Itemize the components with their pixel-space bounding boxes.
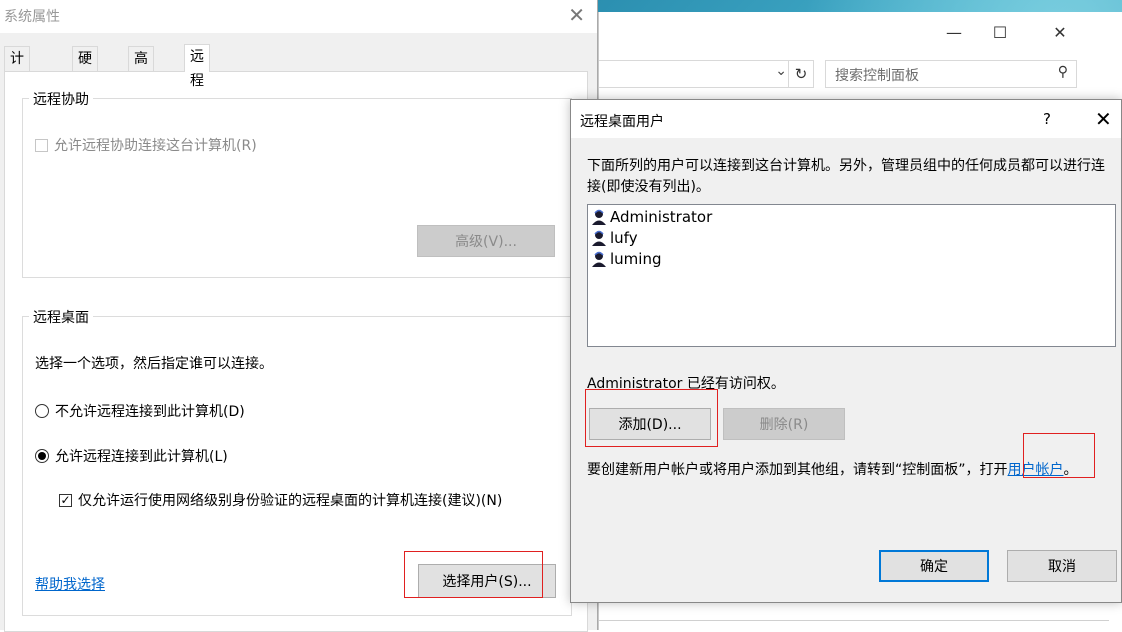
user-icon xyxy=(590,229,608,247)
maximize-icon[interactable]: ☐ xyxy=(977,16,1023,48)
list-item[interactable]: luming xyxy=(590,249,661,269)
checkbox-box[interactable] xyxy=(35,138,48,152)
add-user-button[interactable]: 添加(D)... xyxy=(589,408,711,440)
dialog-titlebar: 远程桌面用户 ? ✕ xyxy=(571,100,1121,138)
dialog-title: 远程桌面用户 xyxy=(580,114,664,130)
user-list[interactable]: Administrator lufy luming xyxy=(587,204,1116,347)
chevron-down-icon[interactable]: ⌄ xyxy=(775,63,787,79)
minimize-icon[interactable]: — xyxy=(931,16,977,48)
system-properties-dialog: 系统属性 ✕ 计算机名 硬件 高级 远程 远程协助 允许远程协助连接这台计算机(… xyxy=(0,0,598,632)
list-item[interactable]: lufy xyxy=(590,228,638,248)
radio-circle[interactable] xyxy=(35,404,49,418)
dialog-title: 系统属性 xyxy=(4,9,60,25)
remove-user-button[interactable]: 删除(R) xyxy=(723,408,845,440)
checkmark-icon[interactable]: ✓ xyxy=(59,493,72,507)
remote-desktop-users-dialog: 远程桌面用户 ? ✕ 下面所列的用户可以连接到这台计算机。另外，管理员组中的任何… xyxy=(570,99,1122,603)
remote-desktop-instruction: 选择一个选项，然后指定谁可以连接。 xyxy=(35,356,273,372)
checkbox-label: 仅允许运行使用网络级别身份验证的远程桌面的计算机连接(建议)(N) xyxy=(78,493,503,509)
control-panel-titlebar: — ☐ ✕ xyxy=(599,12,1122,52)
group-label: 远程协助 xyxy=(29,89,93,109)
remote-tab-panel: 远程协助 允许远程协助连接这台计算机(R) 高级(V)... 远程桌面 选择一个… xyxy=(4,71,588,632)
radio-dot xyxy=(38,452,46,460)
radio-allow-remote[interactable]: 允许远程连接到此计算机(L) xyxy=(35,446,228,466)
search-icon[interactable]: ⚲ xyxy=(1058,64,1068,80)
info-suffix: 。 xyxy=(1063,462,1078,478)
cancel-button[interactable]: 取消 xyxy=(1007,550,1117,582)
ok-button[interactable]: 确定 xyxy=(879,550,989,582)
radio-label: 允许远程连接到此计算机(L) xyxy=(55,449,228,465)
close-icon[interactable]: ✕ xyxy=(1095,107,1112,131)
advanced-button[interactable]: 高级(V)... xyxy=(417,225,555,257)
select-users-button[interactable]: 选择用户(S)... xyxy=(418,564,556,598)
list-item[interactable]: Administrator xyxy=(590,207,712,227)
address-bar[interactable]: ⌄ ↻ xyxy=(599,60,814,88)
help-icon[interactable]: ? xyxy=(1043,110,1051,128)
user-name: luming xyxy=(610,250,662,268)
nla-checkbox[interactable]: ✓ 仅允许运行使用网络级别身份验证的远程桌面的计算机连接(建议)(N) xyxy=(59,490,502,510)
radio-label: 不允许远程连接到此计算机(D) xyxy=(55,404,245,420)
close-icon[interactable]: ✕ xyxy=(1037,16,1083,48)
dialog-titlebar: 系统属性 ✕ xyxy=(0,0,597,33)
group-label: 远程桌面 xyxy=(29,307,93,327)
dialog-description: 下面所列的用户可以连接到这台计算机。另外，管理员组中的任何成员都可以进行连接(即… xyxy=(587,158,1105,195)
close-icon[interactable]: ✕ xyxy=(568,3,585,27)
remote-assistance-group: 远程协助 允许远程协助连接这台计算机(R) 高级(V)... xyxy=(22,89,572,278)
remote-desktop-group: 远程桌面 选择一个选项，然后指定谁可以连接。 不允许远程连接到此计算机(D) 允… xyxy=(22,307,572,616)
help-me-choose-link[interactable]: 帮助我选择 xyxy=(35,574,105,594)
control-panel-search-input[interactable]: 搜索控制面板 ⚲ xyxy=(825,60,1077,88)
refresh-icon[interactable]: ↻ xyxy=(788,61,813,87)
tab-remote[interactable]: 远程 xyxy=(184,44,210,89)
allow-remote-assistance-checkbox[interactable]: 允许远程协助连接这台计算机(R) xyxy=(35,135,257,155)
tab-computer-name[interactable]: 计算机名 xyxy=(4,46,30,139)
search-placeholder: 搜索控制面板 xyxy=(835,68,919,84)
user-name: Administrator xyxy=(610,208,713,226)
tab-hardware[interactable]: 硬件 xyxy=(72,46,98,91)
checkbox-label: 允许远程协助连接这台计算机(R) xyxy=(54,138,257,154)
user-accounts-info: 要创建新用户帐户或将用户添加到其他组，请转到“控制面板”，打开用户帐户。 xyxy=(587,459,1078,479)
access-status-text: Administrator 已经有访问权。 xyxy=(587,376,785,392)
radio-deny-remote[interactable]: 不允许远程连接到此计算机(D) xyxy=(35,401,245,421)
tab-advanced[interactable]: 高级 xyxy=(128,46,154,91)
user-icon xyxy=(590,208,608,226)
divider xyxy=(599,620,1109,621)
user-accounts-link[interactable]: 用户帐户 xyxy=(1008,462,1064,478)
user-name: lufy xyxy=(610,229,638,247)
info-text: 要创建新用户帐户或将用户添加到其他组，请转到“控制面板”，打开 xyxy=(587,462,1008,478)
radio-circle[interactable] xyxy=(35,449,49,463)
user-icon xyxy=(590,250,608,268)
